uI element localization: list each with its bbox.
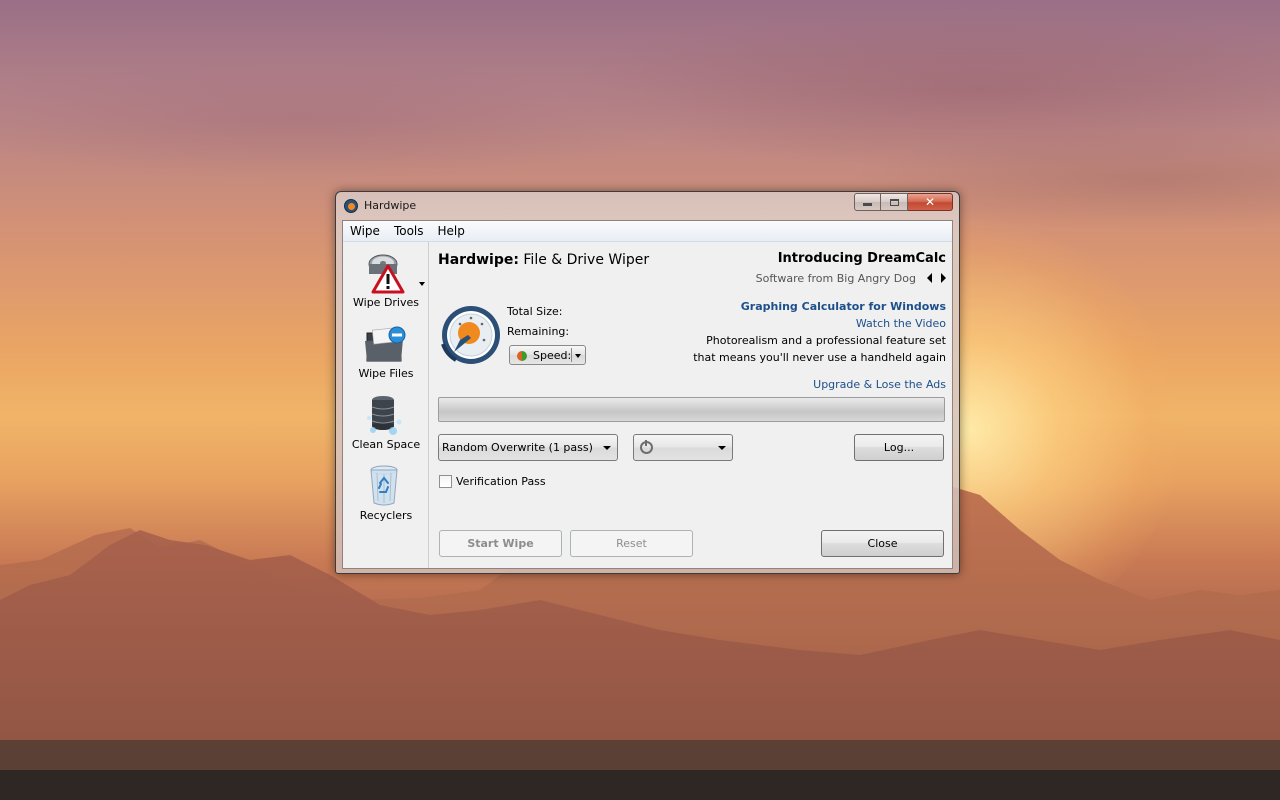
power-icon — [640, 440, 653, 454]
reset-button[interactable]: Reset — [570, 530, 693, 557]
verification-pass-label[interactable]: Verification Pass — [456, 475, 546, 488]
caption-buttons: ✕ — [854, 193, 953, 211]
speed-dropdown-button[interactable]: Speed: — [509, 345, 586, 365]
chevron-down-icon — [575, 354, 581, 358]
chevron-down-icon — [718, 446, 726, 450]
sidebar-item-label: Wipe Files — [358, 367, 414, 380]
sidebar-item-label: Recyclers — [359, 509, 413, 522]
menu-help[interactable]: Help — [431, 221, 472, 242]
app-subtitle: File & Drive Wiper — [523, 252, 650, 268]
recycle-bin-icon — [370, 465, 398, 506]
sidebar-item-label: Clean Space — [351, 438, 421, 451]
wipe-method-select[interactable]: Random Overwrite (1 pass) — [438, 434, 618, 461]
menu-bar: Wipe Tools Help — [343, 221, 952, 242]
sidebar-item-recyclers[interactable]: Recyclers — [343, 461, 429, 529]
remaining-label: Remaining: — [507, 325, 570, 338]
menu-wipe[interactable]: Wipe — [343, 221, 387, 242]
minimize-icon — [863, 203, 872, 206]
app-name: Hardwipe: — [438, 252, 519, 268]
sidebar-item-wipe-drives[interactable]: Wipe Drives — [343, 248, 429, 316]
promo-subtitle: Software from Big Angry Dog — [755, 272, 916, 285]
menu-tools[interactable]: Tools — [387, 221, 431, 242]
promo-text-line1: Photorealism and a professional feature … — [706, 334, 946, 347]
chevron-down-icon — [603, 446, 611, 450]
hardwipe-window: Hardwipe ✕ Wipe Tools Help Wipe Drives W… — [335, 191, 960, 574]
speed-gauge-icon — [441, 306, 500, 364]
chevron-down-icon[interactable] — [419, 282, 425, 286]
power-action-select[interactable] — [633, 434, 733, 461]
main-panel: Hardwipe: File & Drive Wiper Introducing… — [430, 242, 952, 568]
window-client-area: Wipe Tools Help Wipe Drives Wipe Files C… — [342, 220, 953, 569]
promo-headline-link[interactable]: Graphing Calculator for Windows — [741, 300, 946, 313]
minimize-button[interactable] — [854, 193, 881, 211]
next-promo-icon[interactable] — [941, 273, 946, 283]
speed-indicator-icon — [517, 351, 527, 361]
close-button[interactable]: Close — [821, 530, 944, 557]
maximize-button[interactable] — [881, 193, 908, 211]
window-title: Hardwipe — [364, 199, 417, 212]
wipe-method-value: Random Overwrite (1 pass) — [442, 441, 593, 454]
promo-text-line2: that means you'll never use a handheld a… — [693, 351, 946, 364]
sidebar: Wipe Drives Wipe Files Clean Space Recyc… — [343, 242, 429, 568]
wipe-progress-bar — [438, 397, 945, 422]
speed-separator — [571, 348, 572, 362]
promo-title: Introducing DreamCalc — [777, 251, 946, 266]
hard-drive-warning-icon — [368, 254, 405, 294]
watch-video-link[interactable]: Watch the Video — [856, 317, 946, 330]
sidebar-item-label: Wipe Drives — [353, 296, 419, 309]
previous-promo-icon[interactable] — [927, 273, 932, 283]
speed-label: Speed: — [533, 349, 572, 362]
title-bar[interactable]: Hardwipe ✕ — [336, 192, 959, 219]
log-button[interactable]: Log... — [854, 434, 944, 461]
folder-minus-icon — [365, 326, 406, 362]
database-cleanup-icon — [367, 396, 402, 435]
sidebar-item-wipe-files[interactable]: Wipe Files — [343, 319, 429, 387]
upgrade-link[interactable]: Upgrade & Lose the Ads — [813, 378, 946, 391]
verification-pass-checkbox[interactable] — [439, 475, 452, 488]
total-size-label: Total Size: — [507, 305, 563, 318]
page-title: Hardwipe: File & Drive Wiper — [438, 252, 649, 268]
start-wipe-button[interactable]: Start Wipe — [439, 530, 562, 557]
maximize-icon — [889, 198, 899, 206]
close-window-button[interactable]: ✕ — [908, 193, 953, 211]
close-icon: ✕ — [924, 195, 936, 209]
hardwipe-app-icon — [344, 199, 358, 213]
promo-nav — [927, 273, 946, 283]
sidebar-item-clean-space[interactable]: Clean Space — [343, 390, 429, 458]
